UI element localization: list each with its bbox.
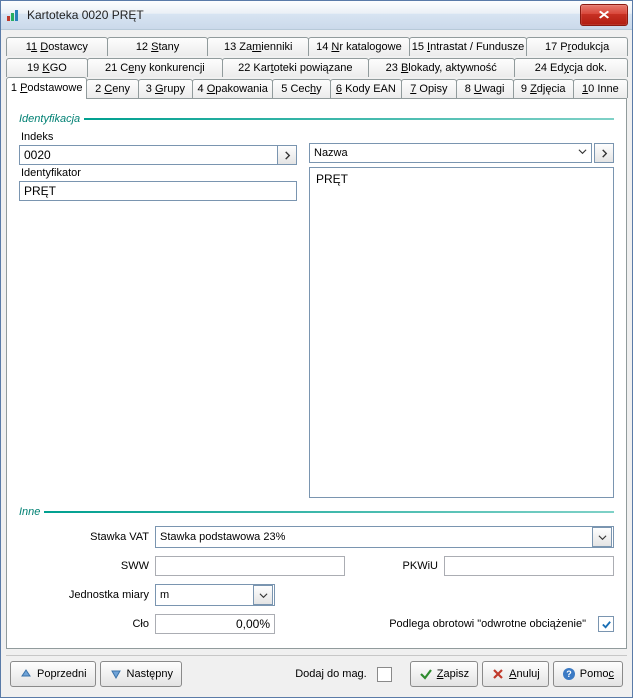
tab-opakowania[interactable]: 4 Opakowania [192,79,273,98]
chevron-down-icon [253,585,273,605]
stawka-vat-label: Stawka VAT [19,531,155,543]
identyfikator-input[interactable] [19,181,297,201]
pkwiu-label: PKWiU [403,560,444,572]
section-inne: Inne [19,506,614,518]
right-column: Nazwa PRĘT [309,129,614,498]
jednostka-label: Jednostka miary [19,589,155,601]
tab-kody-ean[interactable]: 6 Kody EAN [330,79,403,98]
arrow-up-icon [19,667,33,681]
dodaj-checkbox[interactable] [377,667,392,682]
tab-cechy[interactable]: 5 Cechy [272,79,330,98]
titlebar: Kartoteka 0020 PRĘT ✕ [1,1,632,30]
tab-dostawcy[interactable]: 11 Dostawcy [6,37,108,56]
tab-ceny-konkurencji[interactable]: 21 Ceny konkurencji [87,58,223,77]
jednostka-value: m [160,589,169,601]
tab-zdjecia[interactable]: 9 Zdjęcia [513,79,574,98]
nazwa-select[interactable]: Nazwa [309,143,592,163]
pomoc-label: Pomoc [580,668,614,680]
poprzedni-label: Poprzedni [37,668,87,680]
tab-grupy[interactable]: 3 Grupy [138,79,193,98]
tab-stany[interactable]: 12 Stany [107,37,209,56]
chevron-right-icon [600,149,609,158]
tab-podstawowe[interactable]: 1 Podstawowe [6,77,87,98]
dodaj-label: Dodaj do mag. [295,668,367,680]
check-icon [419,667,433,681]
clo-label: Cło [19,618,155,630]
sww-input[interactable] [155,556,345,576]
poprzedni-button[interactable]: Poprzedni [10,661,96,687]
tab-inne[interactable]: 10 Inne [573,79,628,98]
nastepny-label: Następny [127,668,173,680]
nazwa-textarea[interactable]: PRĘT [309,167,614,498]
tab-row-3: 1 Podstawowe 2 Ceny 3 Grupy 4 Opakowania… [6,77,627,98]
section-divider [44,511,614,513]
jednostka-select[interactable]: m [155,584,275,606]
tab-intrastat[interactable]: 15 Intrastat / Fundusze [409,37,528,56]
row-jednostka: Jednostka miary m [19,584,614,606]
row-clo: Cło Podlega obrotowi "odwrotne obciążeni… [19,614,614,634]
row-sww-pkwiu: SWW PKWiU [19,556,614,576]
section-identyfikacja-label: Identyfikacja [19,113,80,125]
chevron-down-icon [578,147,587,159]
tab-uwagi[interactable]: 8 Uwagi [456,79,514,98]
help-icon: ? [562,667,576,681]
cross-icon [491,667,505,681]
tab-edycja-dok[interactable]: 24 Edycja dok. [514,58,628,77]
zapisz-button[interactable]: Zapisz [410,661,478,687]
tab-ceny[interactable]: 2 Ceny [86,79,138,98]
arrow-down-icon [109,667,123,681]
nazwa-select-label: Nazwa [314,147,348,159]
tab-kgo[interactable]: 19 KGO [6,58,88,77]
anuluj-label: Anuluj [509,668,540,680]
tabs: 11 Dostawcy 12 Stany 13 Zamienniki 14 Nr… [6,35,627,99]
close-button[interactable]: ✕ [580,4,628,26]
tab-zamienniki[interactable]: 13 Zamienniki [207,37,309,56]
section-divider [84,118,614,120]
svg-text:?: ? [566,669,572,679]
tab-opisy[interactable]: 7 Opisy [401,79,456,98]
ident-row: Indeks Identyfikator Nazwa [19,129,614,498]
pkwiu-input[interactable] [444,556,614,576]
identyfikator-label: Identyfikator [21,167,297,179]
tab-blokady[interactable]: 23 Blokady, aktywność [368,58,515,77]
content-panel: Identyfikacja Indeks Identyfikator [6,99,627,649]
tab-row-1: 11 Dostawcy 12 Stany 13 Zamienniki 14 Nr… [6,35,627,56]
odwrotne-checkbox[interactable] [598,616,614,632]
anuluj-button[interactable]: Anuluj [482,661,549,687]
clo-input[interactable] [155,614,275,634]
row-stawka-vat: Stawka VAT Stawka podstawowa 23% [19,526,614,548]
nazwa-lookup-button[interactable] [594,143,614,163]
chevron-right-icon [283,151,292,160]
stawka-vat-select[interactable]: Stawka podstawowa 23% [155,526,614,548]
pomoc-button[interactable]: ? Pomoc [553,661,623,687]
tab-produkcja[interactable]: 17 Produkcja [526,37,628,56]
section-identyfikacja: Identyfikacja [19,113,614,125]
chevron-down-icon [592,527,612,547]
app-icon [5,7,21,23]
indeks-input[interactable] [19,145,277,165]
indeks-row [19,145,297,165]
tabs-area: 11 Dostawcy 12 Stany 13 Zamienniki 14 Nr… [1,30,632,99]
tab-kartoteki-powiazane[interactable]: 22 Kartoteki powiązane [222,58,369,77]
window-title: Kartoteka 0020 PRĘT [27,8,580,22]
odwrotne-label: Podlega obrotowi "odwrotne obciążenie" [389,618,592,630]
tab-nr-katalogowe[interactable]: 14 Nr katalogowe [308,37,410,56]
nastepny-button[interactable]: Następny [100,661,182,687]
check-icon [601,619,612,630]
indeks-lookup-button[interactable] [277,145,297,165]
stawka-vat-value: Stawka podstawowa 23% [160,531,285,543]
bottom-bar: Poprzedni Następny Dodaj do mag. Zapisz … [6,655,627,692]
tab-row-2: 19 KGO 21 Ceny konkurencji 22 Kartoteki … [6,56,627,77]
left-column: Indeks Identyfikator [19,129,297,498]
section-inne-label: Inne [19,506,40,518]
nazwa-row: Nazwa [309,143,614,163]
indeks-label: Indeks [21,131,297,143]
sww-label: SWW [19,560,155,572]
window: Kartoteka 0020 PRĘT ✕ 11 Dostawcy 12 Sta… [0,0,633,698]
zapisz-label: Zapisz [437,668,469,680]
